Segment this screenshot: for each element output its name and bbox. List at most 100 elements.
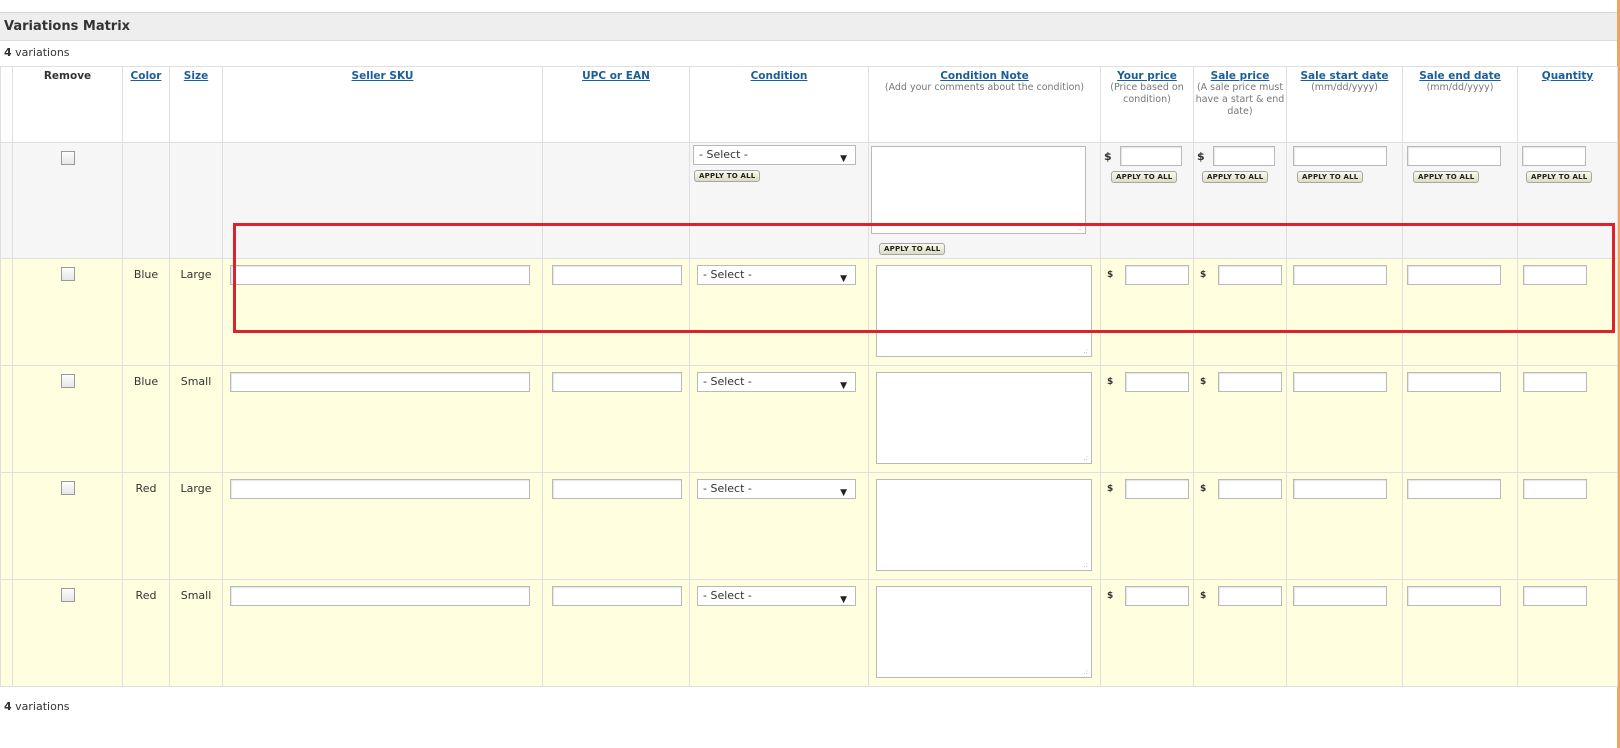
remove-cell [12, 258, 123, 366]
gutter-header [0, 66, 13, 143]
apply-sale-end-input[interactable] [1407, 146, 1501, 166]
empty-cell [122, 142, 170, 259]
color-value: Blue [133, 375, 159, 388]
apply-condition-note-button[interactable]: APPLY TO ALL [879, 243, 946, 255]
condition-note-textarea[interactable]: .: [876, 372, 1092, 464]
currency-symbol: $ [1197, 149, 1205, 163]
apply-price-input[interactable] [1119, 146, 1182, 166]
condition-note-textarea[interactable]: .: [876, 586, 1092, 678]
sale-start-sort-link[interactable]: Sale start date [1301, 70, 1389, 82]
remove-checkbox[interactable] [60, 267, 75, 281]
remove-checkbox[interactable] [60, 481, 75, 495]
apply-sale-end-cell: APPLY TO ALL [1402, 142, 1518, 259]
apply-condition-note-cell: .: APPLY TO ALL [868, 142, 1101, 259]
chevron-down-icon: ▼ [840, 595, 847, 605]
color-value: Red [135, 482, 157, 495]
upc-input[interactable] [552, 479, 682, 499]
price-input[interactable] [1125, 479, 1190, 499]
variation-row: Blue Small - Select - ▼ .: $ $ [0, 365, 1618, 473]
condition-note-cell: .: [868, 472, 1101, 580]
sale-price-cell: $ [1193, 472, 1287, 580]
sale-price-input[interactable] [1218, 479, 1283, 499]
sale-start-input[interactable] [1293, 372, 1387, 392]
size-value: Small [180, 589, 212, 602]
sale-start-input[interactable] [1293, 479, 1387, 499]
seller-sku-input[interactable] [230, 265, 530, 285]
sale-end-input[interactable] [1407, 479, 1501, 499]
currency-symbol: $ [1104, 149, 1112, 163]
sale-price-sort-link[interactable]: Sale price [1211, 70, 1270, 82]
seller-sku-input[interactable] [230, 586, 530, 606]
remove-checkbox[interactable] [60, 588, 75, 602]
apply-quantity-input[interactable] [1522, 146, 1586, 166]
resize-grip-icon: .: [1083, 668, 1088, 676]
your-price-sort-link[interactable]: Your price [1117, 70, 1177, 82]
currency-symbol: $ [1200, 377, 1207, 387]
remove-checkbox[interactable] [60, 374, 75, 388]
size-sort-link[interactable]: Size [184, 70, 208, 82]
price-input[interactable] [1125, 265, 1190, 285]
color-sort-link[interactable]: Color [131, 70, 162, 82]
condition-select[interactable]: - Select - ▼ [697, 372, 856, 392]
sale-price-input[interactable] [1218, 265, 1283, 285]
sale-end-input[interactable] [1407, 586, 1501, 606]
condition-value: - Select - [703, 482, 752, 495]
currency-symbol: $ [1200, 484, 1207, 494]
apply-sale-start-input[interactable] [1293, 146, 1387, 166]
condition-note-textarea[interactable]: .: [876, 479, 1092, 571]
variation-count-number: 4 [4, 700, 12, 713]
sale-end-input[interactable] [1407, 265, 1501, 285]
sale-start-input[interactable] [1293, 265, 1387, 285]
price-input[interactable] [1125, 372, 1190, 392]
condition-select[interactable]: - Select - ▼ [697, 586, 856, 606]
size-cell: Small [169, 579, 223, 687]
apply-price-button[interactable]: APPLY TO ALL [1111, 171, 1178, 183]
upc-input[interactable] [552, 265, 682, 285]
sale-price-input[interactable] [1218, 586, 1283, 606]
condition-select[interactable]: - Select - ▼ [697, 265, 856, 285]
apply-condition-button[interactable]: APPLY TO ALL [694, 170, 761, 182]
your-price-hint: (Price based on condition) [1110, 82, 1184, 105]
variation-row: Red Small - Select - ▼ .: $ $ [0, 579, 1618, 687]
quantity-cell [1517, 365, 1618, 473]
quantity-input[interactable] [1523, 586, 1587, 606]
variation-count-bottom: 4 variations [4, 700, 70, 713]
apply-sale-price-button[interactable]: APPLY TO ALL [1202, 171, 1269, 183]
price-input[interactable] [1125, 586, 1190, 606]
apply-sale-start-button[interactable]: APPLY TO ALL [1297, 171, 1364, 183]
condition-sort-link[interactable]: Condition [751, 70, 808, 82]
sale-end-sort-link[interactable]: Sale end date [1419, 70, 1501, 82]
variation-count-top: 4 variations [4, 46, 70, 59]
empty-cell [542, 142, 690, 259]
remove-all-checkbox[interactable] [60, 151, 75, 165]
quantity-cell [1517, 472, 1618, 580]
quantity-input[interactable] [1523, 479, 1587, 499]
condition-note-sort-link[interactable]: Condition Note [940, 70, 1029, 82]
condition-note-textarea[interactable]: .: [876, 265, 1092, 357]
apply-quantity-button[interactable]: APPLY TO ALL [1526, 171, 1593, 183]
condition-cell: - Select - ▼ [689, 472, 869, 580]
resize-grip-icon: .: [1083, 347, 1088, 355]
apply-condition-note-textarea[interactable]: .: [871, 146, 1086, 234]
header-row: Remove Color Size Seller SKU UPC or EAN … [0, 66, 1618, 143]
apply-condition-select[interactable]: - Select - ▼ [693, 145, 856, 165]
upc-input[interactable] [552, 372, 682, 392]
quantity-input[interactable] [1523, 265, 1587, 285]
quantity-sort-link[interactable]: Quantity [1542, 70, 1593, 82]
condition-select[interactable]: - Select - ▼ [697, 479, 856, 499]
upc-input[interactable] [552, 586, 682, 606]
seller-sku-sort-link[interactable]: Seller SKU [352, 70, 414, 82]
upc-sort-link[interactable]: UPC or EAN [582, 70, 650, 82]
variations-table: Remove Color Size Seller SKU UPC or EAN … [0, 66, 1618, 687]
quantity-input[interactable] [1523, 372, 1587, 392]
seller-sku-input[interactable] [230, 479, 530, 499]
apply-sale-price-input[interactable] [1212, 146, 1275, 166]
sale-price-input[interactable] [1218, 372, 1283, 392]
sale-end-input[interactable] [1407, 372, 1501, 392]
price-cell: $ [1100, 472, 1194, 580]
chevron-down-icon: ▼ [840, 154, 847, 164]
seller-sku-input[interactable] [230, 372, 530, 392]
sale-end-cell [1402, 579, 1518, 687]
apply-sale-end-button[interactable]: APPLY TO ALL [1413, 171, 1480, 183]
sale-start-input[interactable] [1293, 586, 1387, 606]
